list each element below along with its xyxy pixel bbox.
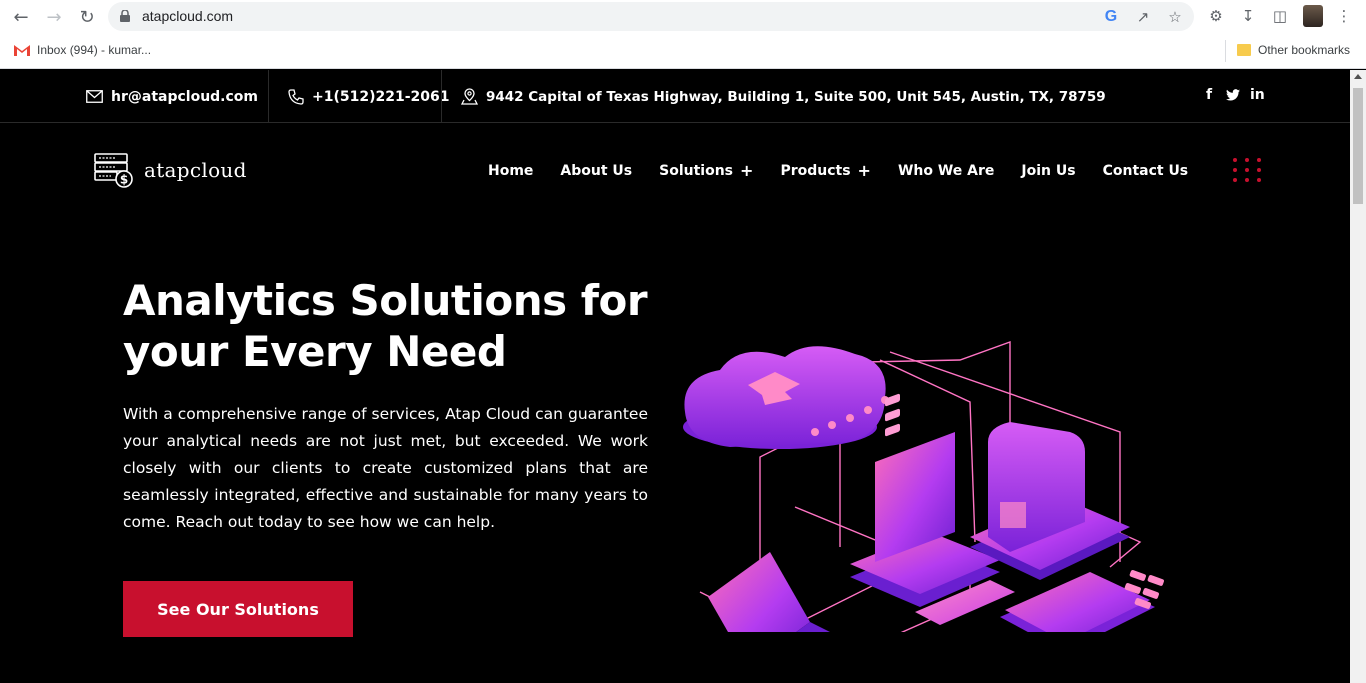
topbar-divider: [268, 70, 269, 123]
download-icon[interactable]: ↧: [1237, 5, 1259, 27]
main-nav: Home About Us Solutions + Products + Who…: [488, 161, 1188, 180]
page-scrollbar[interactable]: [1350, 70, 1366, 683]
hero-title-line1: Analytics Solutions for: [123, 276, 648, 325]
see-solutions-button[interactable]: See Our Solutions: [123, 581, 353, 637]
server-tower: [970, 422, 1130, 580]
email-contact[interactable]: hr@atapcloud.com: [86, 70, 258, 123]
google-icon[interactable]: G: [1101, 7, 1121, 27]
nav-label: About Us: [560, 162, 633, 179]
location-pin-icon: [461, 88, 478, 105]
bookmark-star-icon[interactable]: ☆: [1165, 7, 1185, 27]
tablet-device: [1000, 572, 1155, 632]
url-text: atapcloud.com: [142, 8, 234, 24]
lock-icon: [120, 10, 130, 22]
gmail-icon: [14, 45, 30, 56]
nav-label: Who We Are: [897, 162, 995, 179]
hero-title: Analytics Solutions for your Every Need: [123, 275, 683, 377]
back-icon[interactable]: ←: [9, 5, 33, 29]
phone-icon: [288, 88, 304, 105]
address-bar[interactable]: atapcloud.com G ↗ ☆: [108, 2, 1194, 31]
side-panel-icon[interactable]: ◫: [1269, 5, 1291, 27]
phone-contact[interactable]: +1(512)221-2061: [288, 70, 450, 123]
email-text: hr@atapcloud.com: [111, 88, 259, 105]
plus-icon: +: [857, 161, 871, 180]
scroll-up-arrow-icon[interactable]: [1354, 74, 1362, 79]
extensions-icon[interactable]: ⚙: [1205, 5, 1227, 27]
site-logo[interactable]: $ atapcloud: [94, 152, 247, 188]
topbar-divider: [441, 70, 442, 123]
reload-icon[interactable]: ↻: [75, 5, 99, 29]
more-menu-icon[interactable]: ⋮: [1333, 5, 1355, 27]
browser-toolbar: ← → ↻ atapcloud.com G ↗ ☆ ⚙ ↧ ◫ ⋮: [0, 0, 1366, 34]
server-dollar-icon: $: [94, 153, 133, 188]
site-header: $ atapcloud Home About Us Solutions + Pr…: [0, 123, 1350, 218]
profile-avatar[interactable]: [1303, 5, 1323, 27]
bookmarks-bar: Inbox (994) - kumar... Other bookmarks: [0, 34, 1366, 69]
linkedin-icon[interactable]: in: [1250, 87, 1265, 103]
nav-label: Join Us: [1021, 162, 1076, 179]
bookmarks-divider: [1225, 40, 1226, 62]
nav-label: Solutions: [659, 162, 734, 179]
forward-icon[interactable]: →: [42, 5, 66, 29]
nav-join-us[interactable]: Join Us: [1021, 161, 1075, 180]
folder-icon: [1237, 44, 1251, 56]
nav-label: Products: [780, 162, 851, 179]
bookmark-other[interactable]: Other bookmarks: [1237, 43, 1350, 57]
facebook-icon[interactable]: f: [1206, 87, 1212, 103]
contact-topbar: hr@atapcloud.com +1(512)221-2061 9442 Ca…: [0, 70, 1350, 123]
nav-who-we-are[interactable]: Who We Are: [898, 161, 994, 180]
offcanvas-menu-icon[interactable]: [1233, 158, 1261, 182]
nav-home[interactable]: Home: [488, 161, 533, 180]
mail-icon: [86, 90, 103, 103]
cloud-shape: [683, 346, 889, 449]
bookmark-label: Inbox (994) - kumar...: [37, 43, 152, 57]
bookmark-gmail[interactable]: Inbox (994) - kumar...: [14, 43, 151, 57]
logo-text: atapcloud: [144, 158, 247, 182]
nav-about-us[interactable]: About Us: [560, 161, 632, 180]
svg-text:$: $: [120, 173, 128, 187]
nav-products[interactable]: Products +: [780, 161, 871, 180]
nav-label: Contact Us: [1102, 162, 1189, 179]
nav-solutions[interactable]: Solutions +: [659, 161, 753, 180]
nav-contact-us[interactable]: Contact Us: [1103, 161, 1189, 180]
website-viewport: hr@atapcloud.com +1(512)221-2061 9442 Ca…: [0, 70, 1350, 683]
address-text: 9442 Capital of Texas Highway, Building …: [486, 88, 1106, 105]
nav-label: Home: [488, 162, 534, 179]
plus-icon: +: [740, 161, 754, 180]
bookmark-label: Other bookmarks: [1258, 43, 1351, 57]
laptop-device: [708, 552, 830, 632]
hero-description: With a comprehensive range of services, …: [123, 405, 648, 531]
address-contact: 9442 Capital of Texas Highway, Building …: [461, 70, 1106, 123]
phone-text: +1(512)221-2061: [312, 88, 450, 105]
scroll-thumb[interactable]: [1353, 88, 1363, 204]
twitter-icon[interactable]: [1226, 89, 1240, 101]
hero-title-line2: your Every Need: [123, 327, 507, 376]
share-icon[interactable]: ↗: [1133, 7, 1153, 27]
cloud-devices-illustration: [683, 341, 1164, 632]
